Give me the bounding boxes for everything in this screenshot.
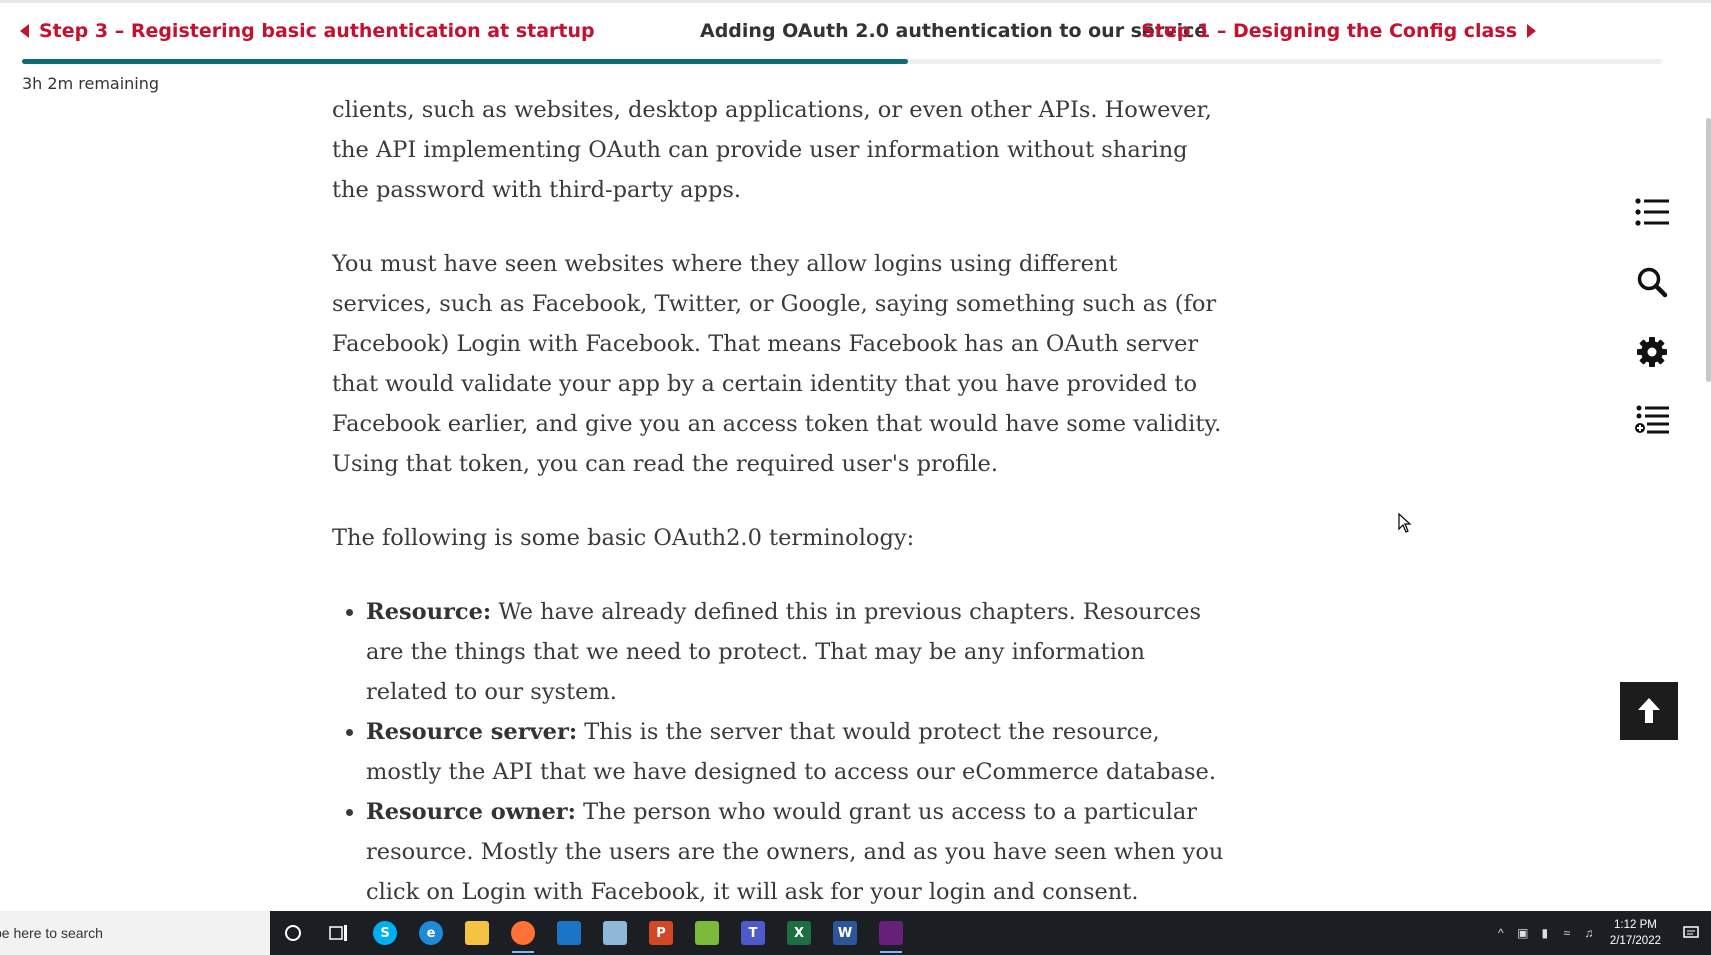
notepad-icon[interactable] [592, 911, 638, 955]
next-section-link[interactable]: Step 1 – Designing the Config class [1141, 20, 1536, 42]
scrollbar[interactable] [1706, 118, 1711, 382]
word-icon[interactable]: W [822, 911, 868, 955]
chapter-title: Adding OAuth 2.0 authentication to our s… [700, 20, 1208, 42]
taskbar-search-box[interactable]: pe here to search [0, 911, 270, 955]
taskbar-clock[interactable]: 1:12 PM 2/17/2022 [1600, 917, 1671, 949]
notification-center-icon[interactable] [1671, 911, 1711, 955]
skype-icon[interactable]: S [362, 911, 408, 955]
chevron-left-icon [20, 24, 29, 38]
mouse-pointer-icon [1398, 513, 1412, 533]
paragraph: You must have seen websites where they a… [332, 251, 1222, 477]
list-item: Resource owner: The person who would gra… [366, 792, 1224, 910]
previous-section-link[interactable]: Step 3 – Registering basic authenticatio… [20, 20, 595, 42]
taskbar-search-placeholder: pe here to search [0, 925, 103, 941]
wifi-icon[interactable]: ≈ [1556, 911, 1578, 955]
meet-now-icon[interactable]: ▣ [1512, 911, 1534, 955]
term-label: Resource: [366, 599, 492, 625]
system-tray: ^ ▣ ▮ ≈ ♫ 1:12 PM 2/17/2022 [1490, 911, 1711, 955]
terminology-list: Resource: We have already defined this i… [332, 592, 1224, 910]
term-description: We have already defined this in previous… [366, 599, 1201, 705]
visual-studio-icon[interactable] [868, 911, 914, 955]
term-label: Resource owner: [366, 799, 576, 825]
volume-icon[interactable]: ♫ [1578, 911, 1600, 955]
time-remaining: 3h 2m remaining [22, 74, 160, 93]
clock-date: 2/17/2022 [1609, 935, 1661, 947]
battery-icon[interactable]: ▮ [1534, 911, 1556, 955]
list-item: Resource server: This is the server that… [366, 712, 1224, 792]
back-to-top-button[interactable] [1620, 682, 1678, 740]
paragraph: The following is some basic OAuth2.0 ter… [332, 525, 915, 551]
clock-time: 1:12 PM [1614, 919, 1657, 931]
search-icon[interactable] [1630, 260, 1674, 304]
edge-icon[interactable]: e [408, 911, 454, 955]
teams-icon[interactable]: T [730, 911, 776, 955]
book-content: clients, such as websites, desktop appli… [332, 80, 1224, 910]
photos-icon[interactable] [546, 911, 592, 955]
firefox-icon[interactable] [500, 911, 546, 955]
file-explorer-icon[interactable] [454, 911, 500, 955]
window-top-border [0, 0, 1711, 3]
chevron-right-icon [1527, 24, 1536, 38]
cortana-icon[interactable] [270, 911, 316, 955]
reading-progress-bar [22, 59, 1662, 64]
powerpoint-icon[interactable]: P [638, 911, 684, 955]
chevron-up-icon[interactable]: ^ [1490, 911, 1512, 955]
excel-icon[interactable]: X [776, 911, 822, 955]
paragraph: clients, such as websites, desktop appli… [332, 97, 1212, 203]
task-view-icon[interactable] [316, 911, 362, 955]
table-of-contents-icon[interactable] [1630, 190, 1674, 234]
list-item: Resource: We have already defined this i… [366, 592, 1224, 712]
windows-taskbar: pe here to search S e P T X W ^ ▣ ▮ ≈ ♫ … [0, 911, 1711, 955]
notepad-plus-icon[interactable] [684, 911, 730, 955]
reading-progress-fill [22, 59, 908, 64]
arrow-up-icon [1638, 698, 1660, 723]
previous-section-label: Step 3 – Registering basic authenticatio… [39, 20, 595, 42]
settings-gear-icon[interactable] [1630, 330, 1674, 374]
next-section-label: Step 1 – Designing the Config class [1141, 20, 1517, 42]
add-to-playlist-icon[interactable] [1630, 398, 1674, 442]
term-label: Resource server: [366, 719, 578, 745]
